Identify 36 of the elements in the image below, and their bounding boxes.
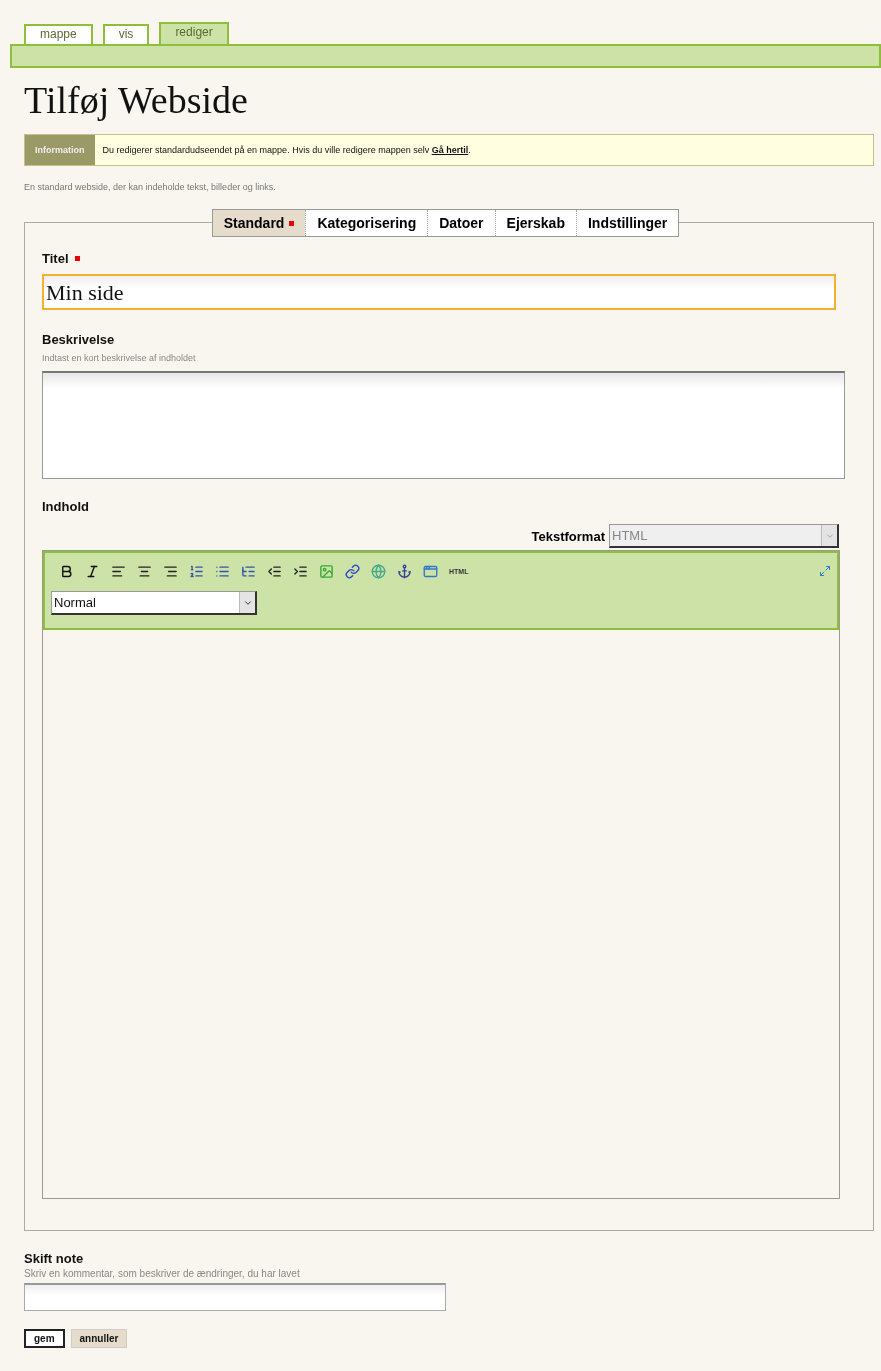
form-tab[interactable]: Standard (212, 210, 306, 236)
nav-tab[interactable]: vis (102, 24, 150, 44)
list-indent-icon[interactable] (241, 563, 256, 579)
field-label: Skift note (24, 1251, 84, 1266)
window-icon[interactable] (423, 563, 438, 579)
bullet-list-icon[interactable] (215, 563, 230, 579)
info-label: Information (25, 135, 95, 165)
align-left-icon[interactable] (111, 563, 126, 579)
format-label: Tekstformat (531, 528, 605, 544)
maximize-icon[interactable] (819, 565, 831, 577)
field-hint: Skriv en kommentar, som beskriver de ændringer, du har lavet (24, 1268, 301, 1279)
nav-tab[interactable]: mappe (24, 24, 93, 44)
numbered-list-icon[interactable] (189, 563, 204, 579)
link-icon[interactable] (345, 563, 360, 579)
note-field[interactable] (24, 1283, 446, 1311)
align-center-icon[interactable] (137, 563, 152, 579)
title-field[interactable]: Min side (42, 274, 836, 310)
style-select[interactable]: Normal (51, 591, 257, 615)
field-label: Indhold (42, 499, 89, 514)
required-icon (289, 220, 295, 226)
align-right-icon[interactable] (163, 563, 178, 579)
cancel-button[interactable]: annuller (70, 1329, 128, 1348)
italic-icon[interactable] (85, 563, 100, 579)
description-field[interactable] (42, 371, 845, 479)
save-button[interactable]: gem (24, 1329, 65, 1348)
nav-tab[interactable]: rediger (159, 22, 229, 44)
info-message: Du redigerer standardudseendet på en mappe. Hvis du ville redigere mappen selv Gå hertil. (101, 145, 471, 155)
field-hint: Indtast en kort beskrivelse af indholdet (42, 353, 197, 363)
outdent-icon[interactable] (267, 563, 282, 579)
anchor-icon[interactable] (397, 563, 412, 579)
bold-icon[interactable] (59, 563, 74, 579)
page-title: Tilføj Webside (24, 78, 249, 122)
field-label: Beskrivelse (42, 332, 115, 347)
indent-icon[interactable] (293, 563, 308, 579)
page-description: En standard webside, der kan indeholde tekst, billeder og links. (24, 182, 277, 192)
field-label: Titel (42, 251, 69, 266)
